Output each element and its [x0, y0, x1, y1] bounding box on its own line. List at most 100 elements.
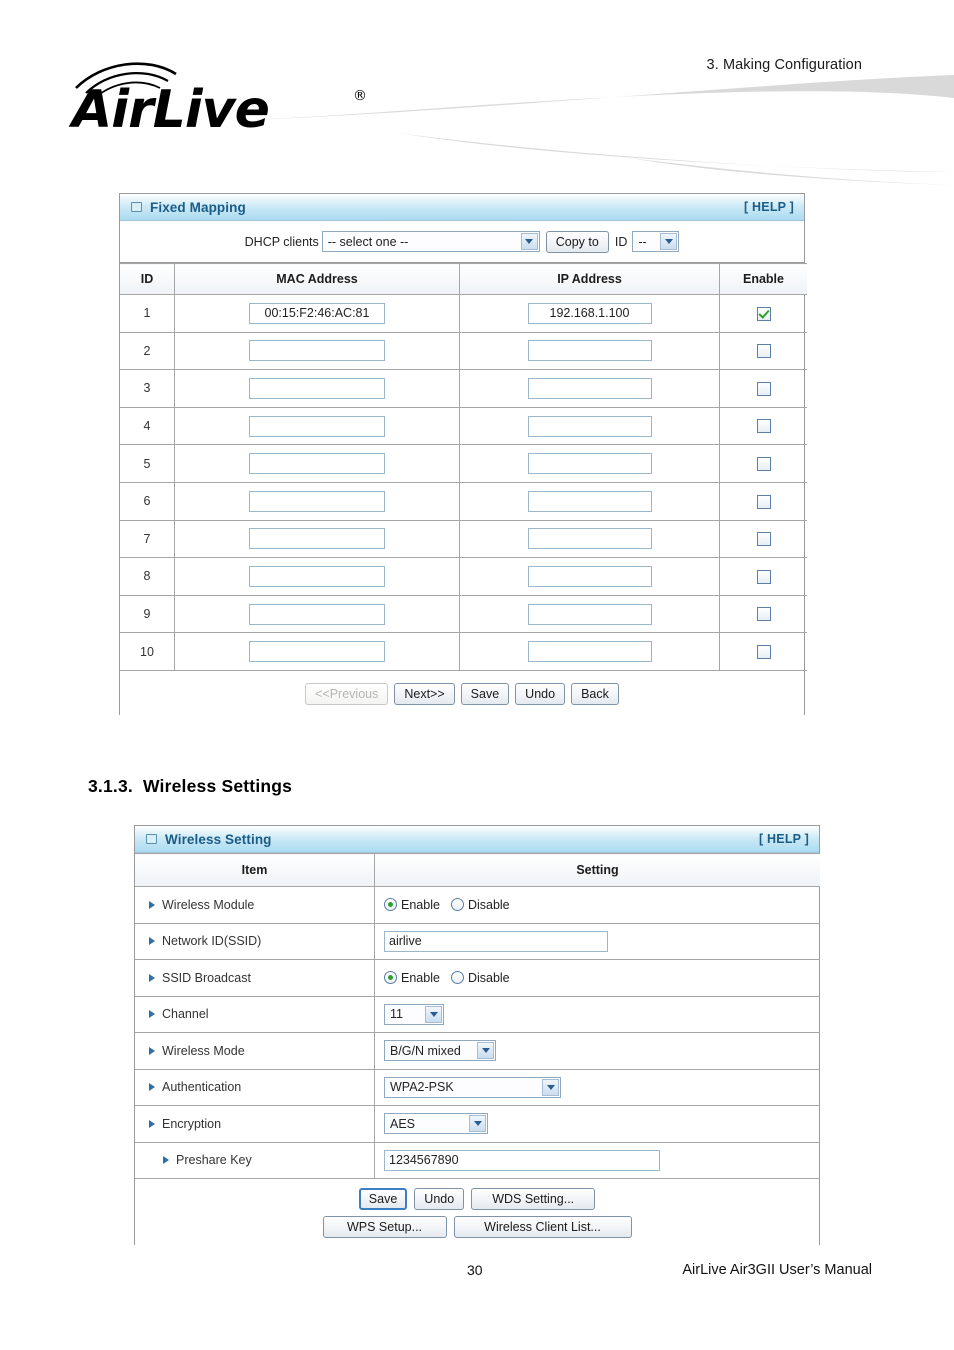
wps-setup-button[interactable]: WPS Setup...: [322, 1216, 447, 1238]
mac-address-input[interactable]: [249, 603, 385, 625]
mac-address-input[interactable]: [249, 641, 385, 663]
dhcp-clients-row: DHCP clients -- select one -- Copy to ID…: [120, 221, 804, 263]
item-cell-preshare-key: Preshare Key: [135, 1141, 375, 1179]
wireless-client-list-button[interactable]: Wireless Client List...: [453, 1216, 632, 1238]
mac-address-cell: [174, 481, 460, 521]
copy-to-button[interactable]: Copy to: [545, 230, 609, 253]
setting-cell-channel: 11: [374, 995, 820, 1033]
enable-checkbox[interactable]: [756, 532, 771, 547]
preshare-key-input[interactable]: 1234567890: [384, 1149, 660, 1171]
mac-address-input[interactable]: [249, 528, 385, 550]
ssid-broadcast-radio-label-enable: Enable: [401, 970, 440, 985]
help-link[interactable]: [ HELP ]: [759, 832, 809, 846]
table-row: 3: [120, 369, 807, 408]
chapter-title: 3. Making Configuration: [706, 57, 862, 73]
enable-cell: [719, 406, 807, 446]
row-id-cell: 9: [120, 594, 175, 634]
setting-cell-encryption: AES: [374, 1105, 820, 1143]
settings-row: Encryption AES: [135, 1105, 820, 1143]
item-label: Network ID(SSID): [162, 934, 262, 949]
mac-address-input[interactable]: [249, 377, 385, 399]
channel-select[interactable]: 11: [384, 1003, 444, 1025]
table-row: 6: [120, 481, 807, 521]
ip-address-input[interactable]: [527, 340, 652, 362]
ip-address-input[interactable]: [527, 603, 652, 625]
wireless-button-row-2: WPS Setup... Wireless Client List...: [322, 1216, 632, 1238]
encryption-select[interactable]: AES: [384, 1113, 488, 1135]
table-row: 5: [120, 444, 807, 483]
bullet-arrow-icon: [149, 1046, 155, 1055]
enable-checkbox[interactable]: [756, 569, 771, 584]
fixed-mapping-button-bar: <<Previous Next>> Save Undo Back: [120, 669, 804, 718]
enable-checkbox[interactable]: [756, 381, 771, 396]
settings-row: Preshare Key 1234567890: [135, 1141, 820, 1179]
enable-checkbox[interactable]: [756, 306, 771, 321]
back-button[interactable]: Back: [571, 683, 619, 706]
copy-to-id-value: --: [638, 234, 647, 249]
enable-cell: [719, 369, 807, 408]
wireless-mode-select[interactable]: B/G/N mixed: [384, 1040, 496, 1062]
mac-address-cell: [174, 406, 460, 446]
copy-to-id-select[interactable]: --: [632, 231, 680, 252]
fixed-mapping-table: ID MAC Address IP Address Enable 1 00:15:…: [120, 263, 807, 671]
ip-address-input[interactable]: [527, 641, 652, 663]
chevron-down-icon: [469, 1115, 486, 1133]
mac-address-input[interactable]: [249, 415, 385, 437]
save-button[interactable]: Save: [358, 1188, 408, 1210]
undo-button[interactable]: Undo: [414, 1188, 465, 1210]
ip-address-input[interactable]: [527, 565, 652, 587]
wireless-setting-table: Item Setting Wireless Module Enable Disabl…: [135, 853, 820, 1179]
item-label-wrap: Preshare Key: [135, 1143, 374, 1179]
column-header-id: ID: [120, 263, 175, 295]
authentication-select[interactable]: WPA2-PSK: [384, 1076, 561, 1098]
enable-checkbox[interactable]: [756, 457, 771, 472]
enable-checkbox[interactable]: [756, 419, 771, 434]
ip-address-input[interactable]: 192.168.1.100: [527, 302, 652, 324]
ip-address-input[interactable]: [527, 415, 652, 437]
item-label-wrap: Wireless Mode: [135, 1033, 374, 1069]
item-label: SSID Broadcast: [162, 970, 251, 985]
mac-address-input[interactable]: [249, 453, 385, 475]
wds-setting-button[interactable]: WDS Setting...: [471, 1188, 596, 1210]
undo-button[interactable]: Undo: [515, 683, 566, 706]
bullet-arrow-icon: [163, 1156, 169, 1165]
help-link[interactable]: [ HELP ]: [744, 200, 794, 214]
enable-checkbox[interactable]: [756, 644, 771, 659]
chevron-down-icon: [520, 233, 538, 250]
next-button[interactable]: Next>>: [394, 683, 455, 706]
mac-address-input[interactable]: [249, 565, 385, 587]
mac-address-input[interactable]: [249, 490, 385, 512]
wireless-module-radio-disable[interactable]: [450, 898, 464, 912]
ip-address-input[interactable]: [527, 528, 652, 550]
airlive-logo: AirLive ®: [72, 58, 372, 143]
enable-checkbox[interactable]: [756, 344, 771, 359]
row-id-cell: 8: [120, 557, 175, 596]
enable-checkbox[interactable]: [756, 494, 771, 509]
ip-address-input[interactable]: [527, 377, 652, 399]
ip-address-input[interactable]: [527, 453, 652, 475]
mac-address-input[interactable]: 00:15:F2:46:AC:81: [249, 302, 385, 324]
ip-address-input[interactable]: [527, 490, 652, 512]
network-id-ssid-input[interactable]: airlive: [384, 930, 608, 952]
page-number: 30: [467, 1262, 483, 1278]
ssid-broadcast-radio-enable[interactable]: [384, 971, 397, 985]
ssid-broadcast-radio-disable[interactable]: [450, 971, 464, 985]
panel-collapse-icon[interactable]: [146, 834, 157, 844]
wireless-module-radio-enable[interactable]: [384, 898, 397, 912]
dhcp-clients-select-value: -- select one --: [327, 234, 409, 249]
mac-address-input[interactable]: [249, 340, 385, 362]
panel-title: Wireless Setting: [165, 831, 272, 847]
save-button[interactable]: Save: [460, 683, 510, 706]
dhcp-clients-select[interactable]: -- select one --: [321, 231, 540, 252]
enable-checkbox[interactable]: [756, 607, 771, 622]
mac-address-cell: [174, 331, 460, 371]
panel-collapse-icon[interactable]: [131, 202, 142, 212]
copy-to-id-label: ID: [614, 234, 628, 249]
settings-row: Network ID(SSID) airlive: [135, 922, 820, 960]
setting-control-wrap: 11: [375, 997, 820, 1033]
table-row: 10: [120, 632, 807, 671]
wireless-button-bar: Save Undo WDS Setting... WPS Setup... Wirel…: [135, 1179, 819, 1249]
panel-title: Fixed Mapping: [150, 199, 246, 215]
bullet-arrow-icon: [149, 1119, 155, 1128]
mac-address-cell: [174, 557, 460, 596]
